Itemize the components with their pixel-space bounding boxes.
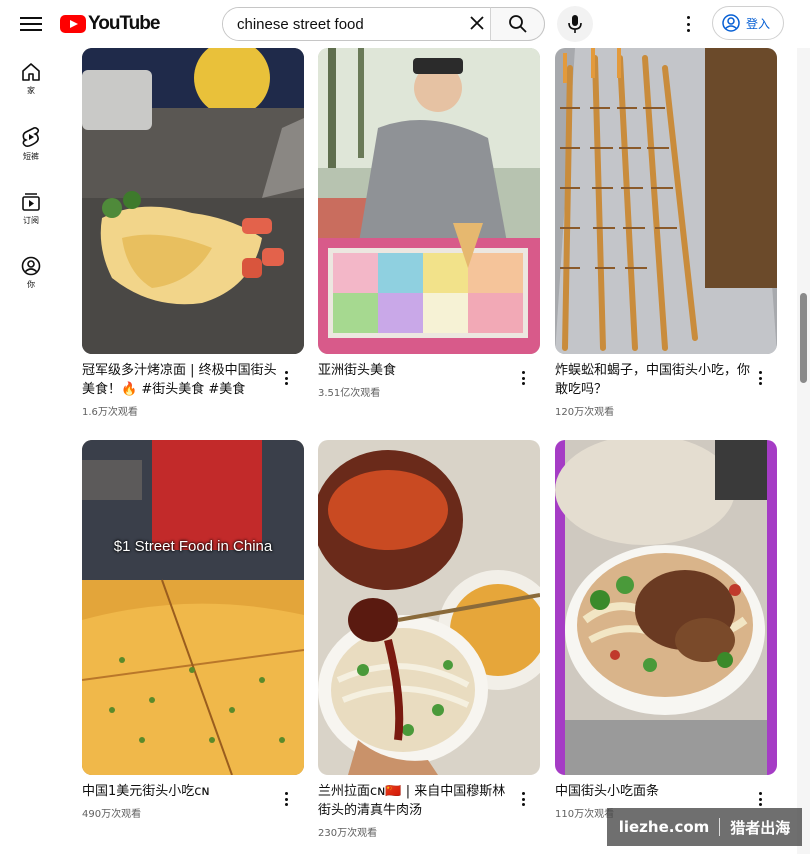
search-icon [508, 15, 527, 33]
thumbnail-image [318, 48, 540, 354]
video-more-icon[interactable] [517, 790, 529, 808]
watermark-site: liezhe.com [618, 818, 710, 836]
sidebar-item-label: 你 [27, 280, 35, 289]
video-title[interactable]: 兰州拉面ᴄɴ🇨🇳 | 来自中国穆斯林街头的清真牛肉汤 [318, 782, 514, 820]
sidebar-item-you[interactable]: 你 [4, 256, 58, 310]
sidebar-item-label: 订阅 [23, 216, 39, 225]
video-more-icon[interactable] [280, 369, 292, 387]
video-thumbnail[interactable] [82, 48, 304, 354]
video-thumbnail[interactable] [318, 440, 540, 775]
thumbnail-image [82, 440, 304, 775]
video-more-icon[interactable] [517, 369, 529, 387]
thumbnail-image [555, 48, 777, 354]
video-thumbnail[interactable] [555, 48, 777, 354]
shorts-icon [22, 126, 40, 147]
watermark: liezhe.com 猎者出海 [607, 808, 802, 846]
video-title[interactable]: 炸蜈蚣和蝎子，中国街头小吃，你敢吃吗？ [555, 361, 751, 399]
video-thumbnail[interactable]: $1 Street Food in China [82, 440, 304, 775]
video-title[interactable]: 亚洲街头美食 [318, 361, 514, 380]
microphone-icon [568, 15, 582, 33]
video-more-icon[interactable] [754, 790, 766, 808]
voice-search-button[interactable] [557, 6, 593, 42]
menu-icon[interactable] [20, 14, 42, 34]
thumbnail-image [555, 440, 777, 775]
video-thumbnail[interactable] [555, 440, 777, 775]
video-views: 230万次观看 [318, 828, 378, 839]
video-more-icon[interactable] [754, 369, 766, 387]
watermark-divider [719, 818, 721, 836]
sidebar-item-label: 短裤 [23, 152, 39, 161]
video-thumbnail[interactable] [318, 48, 540, 354]
video-views: 3.51亿次观看 [318, 388, 381, 399]
subscriptions-icon [22, 193, 40, 211]
video-title[interactable]: 中国1美元街头小吃ᴄɴ [82, 782, 278, 801]
top-bar: YouTube 登入 [0, 0, 810, 48]
video-title[interactable]: 冠军级多汁烤凉面 | 终极中国街头美食！🔥 #街头美食 #美食 [82, 361, 278, 399]
search-button[interactable] [490, 7, 545, 41]
sidebar-item-home[interactable]: 家 [4, 62, 58, 116]
settings-more-icon[interactable] [680, 14, 696, 34]
youtube-logo[interactable]: YouTube [60, 13, 160, 35]
search-input[interactable] [223, 8, 491, 40]
thumbnail-image [82, 48, 304, 354]
you-icon [21, 256, 41, 276]
video-views: 490万次观看 [82, 809, 142, 820]
account-icon [722, 14, 740, 32]
video-views: 120万次观看 [555, 407, 615, 418]
youtube-play-icon [60, 15, 86, 33]
sign-in-button[interactable]: 登入 [712, 6, 784, 40]
scrollbar-track[interactable] [797, 48, 810, 854]
clear-search-icon[interactable] [468, 14, 486, 32]
sidebar-item-shorts[interactable]: 短裤 [4, 126, 58, 180]
scrollbar-thumb[interactable] [800, 293, 807, 383]
sidebar-item-subscriptions[interactable]: 订阅 [4, 192, 58, 246]
video-title[interactable]: 中国街头小吃面条 [555, 782, 751, 801]
sign-in-label: 登入 [746, 16, 771, 31]
video-views: 1.6万次观看 [82, 407, 138, 418]
sidebar-item-label: 家 [27, 86, 35, 95]
video-more-icon[interactable] [280, 790, 292, 808]
logo-text: YouTube [88, 13, 160, 34]
watermark-name: 猎者出海 [730, 818, 791, 837]
video-views: 110万次观看 [555, 809, 615, 820]
thumbnail-caption: $1 Street Food in China [113, 538, 273, 555]
home-icon [22, 63, 40, 81]
thumbnail-image [318, 440, 540, 775]
